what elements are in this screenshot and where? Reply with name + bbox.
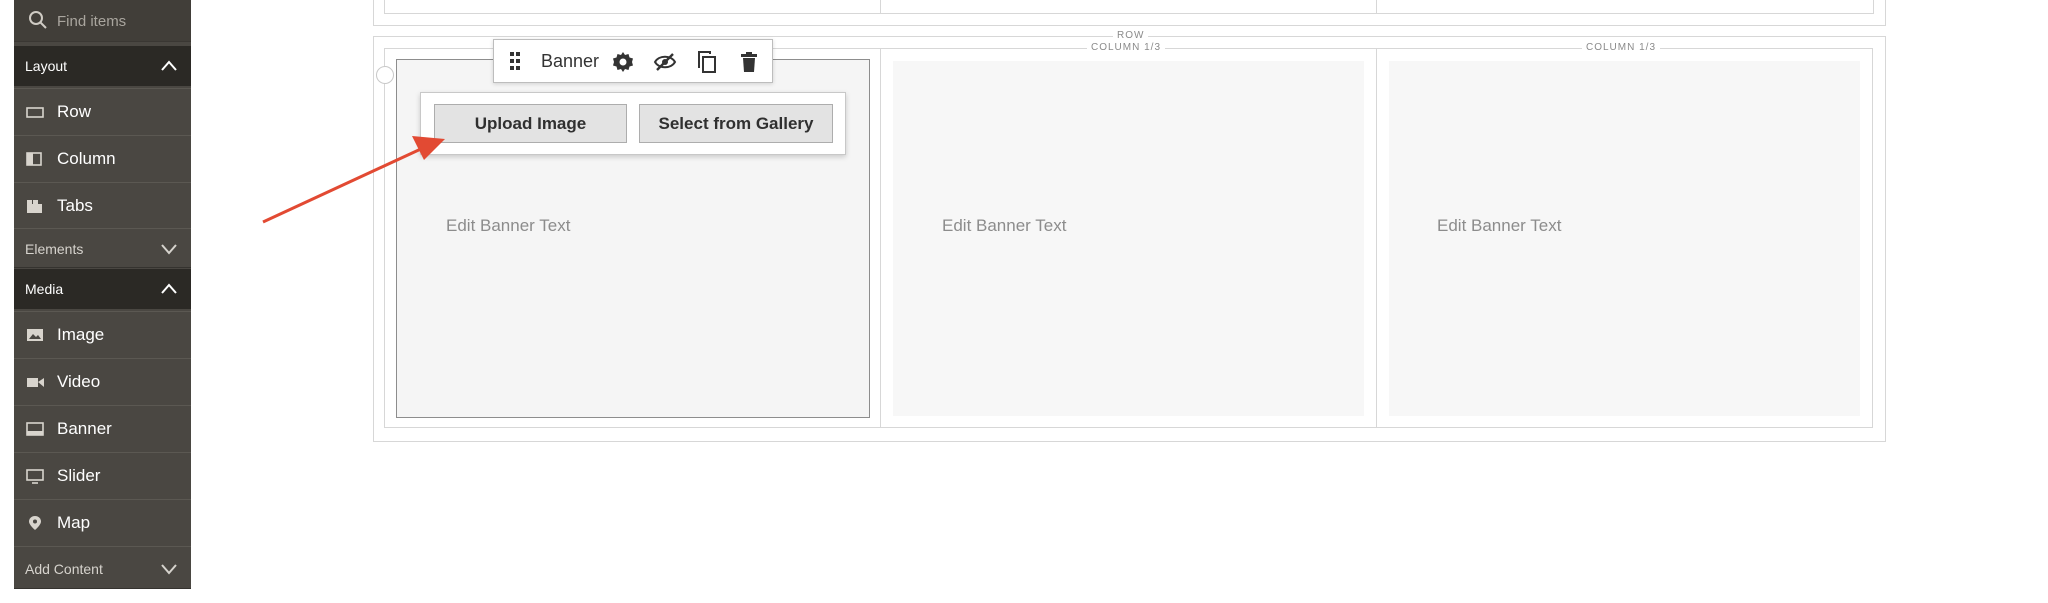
chevron-down-icon: [161, 564, 177, 575]
previous-column-divider: [1376, 0, 1377, 14]
sidebar-panel: Find items Layout Row Column Tabs Elemen…: [14, 0, 191, 589]
slider-icon: [26, 469, 44, 484]
group-media-label: Media: [25, 281, 64, 297]
trash-icon[interactable]: [737, 50, 761, 74]
sidebar-item-image[interactable]: Image: [14, 311, 191, 357]
column-icon: [26, 152, 42, 166]
column-label: COLUMN 1/3: [1582, 42, 1661, 53]
select-from-gallery-button[interactable]: Select from Gallery: [639, 104, 833, 143]
sidebar-item-label: Row: [57, 102, 92, 121]
group-layout-label: Layout: [25, 58, 68, 74]
group-add-content-label: Add Content: [25, 561, 103, 577]
sidebar-item-slider[interactable]: Slider: [14, 452, 191, 498]
banner-text-3[interactable]: Edit Banner Text: [1437, 216, 1561, 236]
chevron-up-icon: [161, 283, 177, 294]
sidebar-item-label: Banner: [57, 419, 112, 438]
banner-text-1[interactable]: Edit Banner Text: [446, 216, 570, 236]
row-label: ROW: [1113, 30, 1149, 41]
sidebar-item-banner[interactable]: Banner: [14, 405, 191, 451]
duplicate-icon[interactable]: [695, 50, 719, 74]
image-icon: [27, 329, 43, 341]
chevron-up-icon: [161, 60, 177, 71]
group-layout[interactable]: Layout: [14, 46, 191, 86]
search-icon: [29, 11, 47, 29]
sidebar-item-tabs[interactable]: Tabs: [14, 182, 191, 228]
group-elements-label: Elements: [25, 241, 84, 257]
sidebar-item-label: Image: [57, 325, 105, 344]
search-input[interactable]: Find items: [57, 13, 126, 30]
map-pin-icon: [29, 516, 41, 530]
group-add-content[interactable]: Add Content: [14, 546, 191, 589]
row-drag-handle[interactable]: [376, 66, 394, 84]
banner-3[interactable]: [1389, 61, 1860, 416]
group-elements[interactable]: Elements: [14, 228, 191, 268]
sidebar-item-label: Video: [57, 372, 101, 391]
group-media[interactable]: Media: [14, 269, 191, 309]
tabs-icon: [27, 200, 42, 213]
toolbar-title: Banner: [541, 51, 600, 71]
sidebar-item-map[interactable]: Map: [14, 499, 191, 545]
upload-image-button[interactable]: Upload Image: [434, 104, 627, 143]
chevron-down-icon: [161, 244, 177, 255]
row-icon: [26, 107, 44, 118]
image-upload-panel: Upload Image Select from Gallery: [420, 92, 846, 155]
video-icon: [27, 378, 44, 387]
sidebar-item-video[interactable]: Video: [14, 358, 191, 404]
gear-icon[interactable]: [611, 50, 635, 74]
banner-text-2[interactable]: Edit Banner Text: [942, 216, 1066, 236]
sidebar-item-label: Slider: [57, 466, 101, 485]
hide-icon[interactable]: [653, 50, 677, 74]
sidebar-item-label: Tabs: [57, 196, 93, 215]
banner-icon: [26, 422, 44, 436]
sidebar-item-label: Column: [57, 149, 116, 168]
search-bar[interactable]: Find items: [14, 0, 191, 42]
previous-columns-frame: [384, 0, 1874, 14]
sidebar-item-row[interactable]: Row: [14, 88, 191, 134]
drag-handle-icon[interactable]: [509, 51, 521, 71]
previous-column-divider: [880, 0, 881, 14]
banner-2[interactable]: [893, 61, 1364, 416]
sidebar-item-column[interactable]: Column: [14, 135, 191, 181]
page-builder-stage: Find items Layout Row Column Tabs Elemen…: [0, 0, 2048, 603]
sidebar-item-label: Map: [57, 513, 91, 532]
banner-toolbar: Banner: [493, 39, 773, 83]
column-label: COLUMN 1/3: [1087, 42, 1166, 53]
